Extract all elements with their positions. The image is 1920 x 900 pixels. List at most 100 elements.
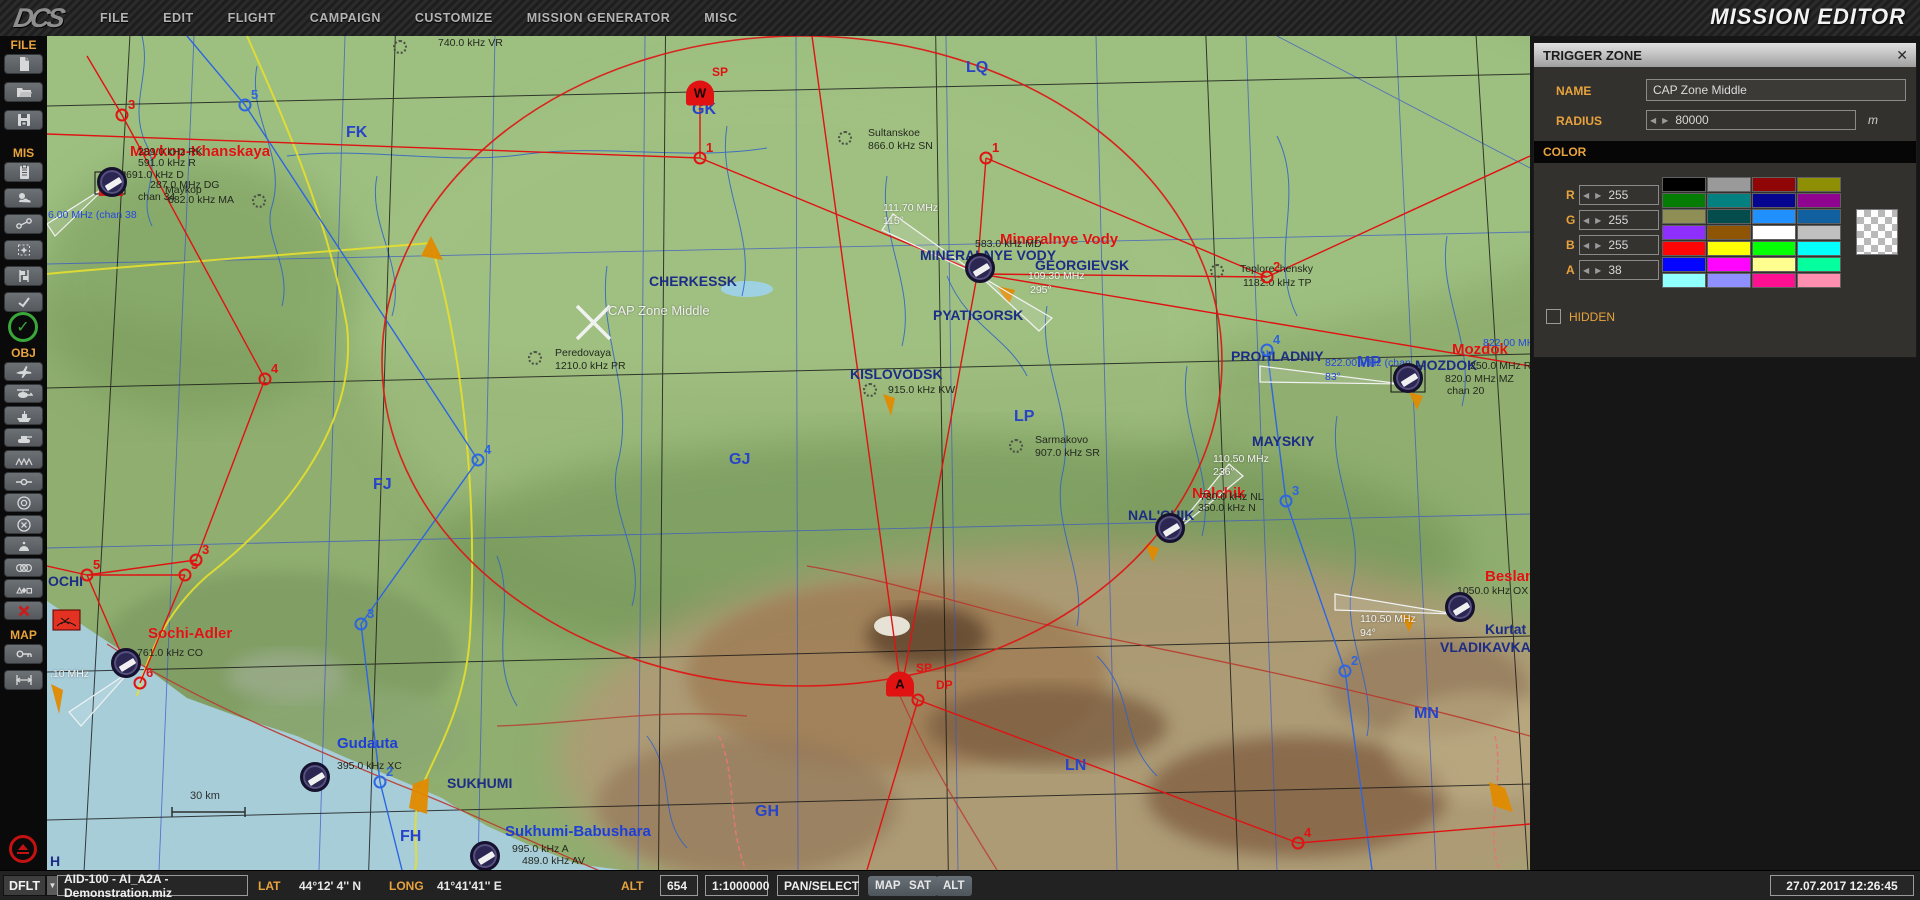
waypoint-circle[interactable] [81, 569, 94, 582]
palette-swatch[interactable] [1662, 225, 1706, 240]
open-mission-button[interactable] [4, 82, 43, 102]
palette-swatch[interactable] [1662, 273, 1706, 288]
hostile-unit-icon[interactable]: A [886, 672, 914, 697]
layer-button-sat[interactable]: SAT [902, 876, 938, 896]
waypoint-circle[interactable] [374, 776, 387, 789]
layer-button-alt[interactable]: ALT [936, 876, 972, 896]
palette-swatch[interactable] [1797, 225, 1841, 240]
menu-item-edit[interactable]: EDIT [163, 11, 193, 25]
hidden-checkbox[interactable] [1546, 309, 1561, 324]
waypoint-circle[interactable] [179, 569, 192, 582]
waypoint-circle[interactable] [472, 454, 485, 467]
mission-file-field[interactable]: AID-100 - AI_A2A - Demonstration.miz [57, 875, 248, 896]
vehicle-group-button[interactable] [4, 428, 43, 447]
check-button[interactable] [4, 292, 43, 312]
panel-header[interactable]: TRIGGER ZONE ✕ [1534, 43, 1916, 67]
palette-swatch[interactable] [1752, 257, 1796, 272]
stepper-left-icon[interactable]: ◀ [1580, 216, 1592, 225]
static-object-button[interactable] [4, 450, 43, 469]
palette-swatch[interactable] [1662, 209, 1706, 224]
palette-swatch[interactable] [1662, 193, 1706, 208]
palette-swatch[interactable] [1707, 241, 1751, 256]
waypoint-circle[interactable] [355, 618, 368, 631]
palette-swatch[interactable] [1752, 209, 1796, 224]
palette-swatch[interactable] [1752, 241, 1796, 256]
trigger-zone-button[interactable] [4, 493, 43, 512]
shapes-button[interactable] [4, 579, 43, 598]
helicopter-group-button[interactable] [4, 384, 43, 403]
waypoint-circle[interactable] [1339, 665, 1352, 678]
mode-field[interactable]: PAN/SELECT [777, 875, 859, 896]
new-mission-button[interactable] [4, 54, 43, 74]
waypoint-circle[interactable] [116, 109, 129, 122]
menu-item-customize[interactable]: CUSTOMIZE [415, 11, 493, 25]
waypoint-circle[interactable] [259, 373, 272, 386]
validate-button[interactable]: ✓ [8, 312, 38, 342]
menu-item-mission-generator[interactable]: MISSION GENERATOR [527, 11, 670, 25]
waypoint-circle[interactable] [1292, 837, 1305, 850]
menu-item-misc[interactable]: MISC [704, 11, 737, 25]
palette-swatch[interactable] [1662, 241, 1706, 256]
profile-dropdown[interactable]: DFLT ▼ [3, 875, 59, 896]
palette-swatch[interactable] [1707, 225, 1751, 240]
palette-swatch[interactable] [1752, 177, 1796, 192]
palette-swatch[interactable] [1797, 257, 1841, 272]
briefing-button[interactable] [4, 162, 43, 182]
menu-item-flight[interactable]: FLIGHT [228, 11, 276, 25]
waypoint-circle[interactable] [134, 677, 147, 690]
zone-name-input[interactable] [1646, 79, 1906, 101]
menu-item-file[interactable]: FILE [100, 11, 129, 25]
palette-swatch[interactable] [1797, 177, 1841, 192]
waypoint-circle[interactable] [980, 152, 993, 165]
stepper-left-icon[interactable]: ◀ [1647, 116, 1659, 125]
channel-stepper-r[interactable]: ◀▶255 [1579, 185, 1659, 205]
delete-button[interactable] [4, 601, 43, 620]
airport-icon-sukhumi-babushara[interactable] [470, 841, 500, 870]
color-preview-swatch[interactable] [1856, 209, 1898, 255]
stepper-left-icon[interactable]: ◀ [1580, 241, 1592, 250]
save-mission-button[interactable] [4, 110, 43, 130]
channel-stepper-a[interactable]: ◀▶38 [1579, 260, 1659, 280]
alt-field[interactable]: 654 [660, 875, 698, 896]
weather-button[interactable] [4, 188, 43, 208]
waypoint-circle[interactable] [1261, 271, 1274, 284]
scale-field[interactable]: 1:1000000 [705, 875, 768, 896]
palette-swatch[interactable] [1662, 257, 1706, 272]
airplane-group-button[interactable] [4, 362, 43, 381]
stepper-right-icon[interactable]: ▶ [1592, 216, 1604, 225]
hidden-checkbox-row[interactable]: HIDDEN [1546, 309, 1615, 324]
palette-swatch[interactable] [1707, 257, 1751, 272]
waypoint-circle[interactable] [912, 694, 925, 707]
waypoint-circle[interactable] [1261, 344, 1274, 357]
airport-icon-mozdok[interactable] [1393, 363, 1423, 393]
stepper-left-icon[interactable]: ◀ [1580, 191, 1592, 200]
palette-swatch[interactable] [1662, 177, 1706, 192]
radius-stepper[interactable]: ◀ ▶ 80000 [1646, 110, 1856, 130]
palette-swatch[interactable] [1752, 193, 1796, 208]
stepper-right-icon[interactable]: ▶ [1592, 191, 1604, 200]
bullseye-button[interactable] [4, 536, 43, 555]
stepper-right-icon[interactable]: ▶ [1592, 266, 1604, 275]
palette-swatch[interactable] [1707, 273, 1751, 288]
waypoint-circle[interactable] [1280, 495, 1293, 508]
palette-swatch[interactable] [1797, 241, 1841, 256]
stepper-left-icon[interactable]: ◀ [1580, 266, 1592, 275]
airport-icon-beslan[interactable] [1445, 592, 1475, 622]
waypoint-circle[interactable] [694, 152, 707, 165]
channel-stepper-g[interactable]: ◀▶255 [1579, 210, 1659, 230]
map-key-button[interactable] [4, 644, 43, 664]
stepper-right-icon[interactable]: ▶ [1659, 116, 1671, 125]
flags-button[interactable] [4, 266, 43, 286]
links-button[interactable] [4, 214, 43, 234]
palette-swatch[interactable] [1707, 193, 1751, 208]
menu-item-campaign[interactable]: CAMPAIGN [310, 11, 381, 25]
palette-swatch[interactable] [1707, 209, 1751, 224]
airport-icon-mineralnye-vody[interactable] [965, 253, 995, 283]
close-icon[interactable]: ✕ [1896, 47, 1908, 64]
waypoint-button[interactable] [4, 472, 43, 491]
palette-swatch[interactable] [1752, 273, 1796, 288]
airport-icon-nalchik[interactable] [1155, 513, 1185, 543]
stepper-right-icon[interactable]: ▶ [1592, 241, 1604, 250]
spawn-box-button[interactable] [4, 240, 43, 260]
ruler-button[interactable] [4, 670, 43, 690]
